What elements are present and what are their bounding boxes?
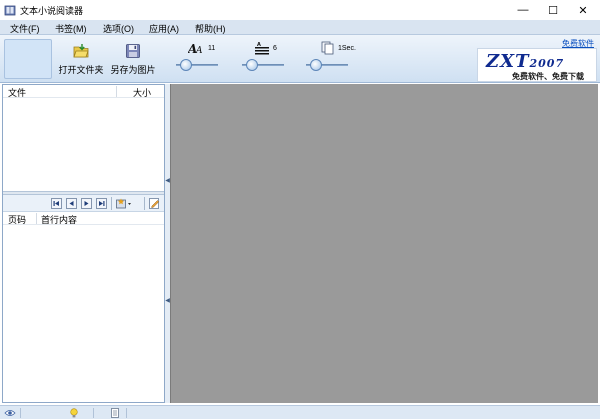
svg-text:A: A [195,46,203,55]
font-size-icon: A A [188,42,203,55]
close-button[interactable]: ✕ [568,0,598,20]
last-page-icon[interactable] [96,198,107,209]
column-separator[interactable] [116,86,117,97]
slider-knob[interactable] [246,59,258,71]
first-page-icon[interactable] [51,198,62,209]
status-separator [20,408,21,418]
eye-icon[interactable] [4,408,16,418]
line-spacing-icon: A [255,42,269,55]
menu-apps[interactable]: 应用(A) [149,22,179,35]
font-size-slider[interactable] [176,58,218,72]
reading-area[interactable] [170,84,598,403]
files-list[interactable] [3,98,164,191]
page-interval-icon [321,41,334,55]
toolbar-separator [111,197,112,210]
left-panel: 文件 大小 页码 首行内容 [2,84,165,403]
column-separator[interactable] [36,213,37,224]
save-image-label: 另存为图片 [110,65,156,75]
menu-bookmarks[interactable]: 书签(M) [55,22,87,35]
window-title: 文本小说阅读器 [20,6,84,16]
menu-file[interactable]: 文件(F) [10,22,40,35]
slider-knob[interactable] [310,59,322,71]
files-list-header: 文件 大小 [3,85,164,98]
app-window: 文本小说阅读器 — ☐ ✕ 文件(F) 书签(M) 选项(O) 应用(A) 帮助… [0,0,600,419]
bookmark-list[interactable] [3,225,164,402]
logo-slogan: 免费软件、免费下载 [512,72,584,81]
lightbulb-icon[interactable] [69,408,79,418]
bookmark-list-header: 页码 首行内容 [3,212,164,225]
folder-open-icon [73,44,89,58]
menu-help[interactable]: 帮助(H) [195,22,226,35]
document-icon[interactable] [110,408,120,418]
menu-options[interactable]: 选项(O) [103,22,134,35]
status-separator [93,408,94,418]
line-spacing-slider[interactable] [242,58,284,72]
font-size-value: 11 [208,45,216,52]
status-separator [126,408,127,418]
toolbar-separator [144,197,145,210]
status-bar [0,405,600,419]
save-image-button[interactable]: 另存为图片 [108,39,158,79]
open-folder-label: 打开文件夹 [58,65,104,75]
bookmark-toolbar [3,195,164,212]
book-icon [4,5,16,16]
page-interval-value: 1Sec. [338,45,356,52]
thumbnail-preview[interactable] [4,39,52,79]
next-page-icon[interactable] [81,198,92,209]
minimize-button[interactable]: — [508,0,538,20]
prev-page-icon[interactable] [66,198,77,209]
slider-knob[interactable] [180,59,192,71]
logo-text: ZXT2007 [486,51,565,72]
toolbar: 打开文件夹 另存为图片 A A 11 A 6 1Sec. 免费软件 ZXT200… [0,35,600,83]
add-bookmark-icon[interactable] [116,198,134,209]
page-interval-slider[interactable] [306,58,348,72]
menu-bar: 文件(F) 书签(M) 选项(O) 应用(A) 帮助(H) [0,20,600,35]
zxt-logo[interactable]: ZXT2007 免费软件、免费下载 [477,48,597,82]
edit-icon[interactable] [149,198,160,209]
floppy-disk-icon [126,44,140,58]
line-spacing-value: 6 [273,45,277,52]
open-folder-button[interactable]: 打开文件夹 [56,39,106,79]
title-bar: 文本小说阅读器 — ☐ ✕ [0,0,600,20]
maximize-button[interactable]: ☐ [538,0,568,20]
